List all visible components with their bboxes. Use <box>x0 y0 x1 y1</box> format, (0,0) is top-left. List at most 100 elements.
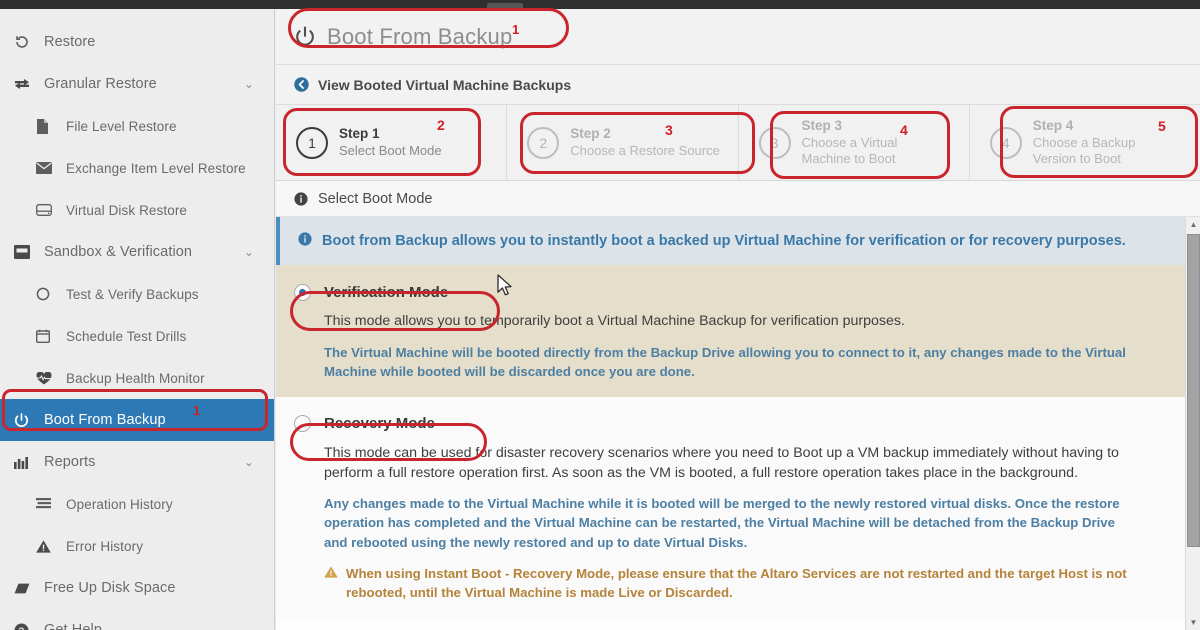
sidebar-item-error-history[interactable]: Error History <box>0 525 274 567</box>
sidebar-item-label: Operation History <box>66 496 173 512</box>
step-title: Step 2 <box>570 126 611 142</box>
step-4[interactable]: 4 Step 4 Choose a Backup Version to Boot <box>969 105 1200 180</box>
step-number: 4 <box>989 126 1022 159</box>
sidebar-item-label: Exchange Item Level Restore <box>66 160 246 176</box>
sidebar-item-exchange-item-level-restore[interactable]: Exchange Item Level Restore <box>0 147 274 189</box>
verification-mode-label: Verification Mode <box>324 283 449 301</box>
annotation-number-4: 4 <box>900 122 908 138</box>
recovery-mode-description: This mode can be used for disaster recov… <box>324 444 1119 482</box>
step-subtitle: Select Boot Mode <box>339 142 442 158</box>
envelope-icon <box>36 162 58 174</box>
step-subtitle: Choose a Backup Version to Boot <box>1032 134 1136 166</box>
info-icon <box>298 232 312 251</box>
warning-icon <box>36 539 58 553</box>
step-number: 1 <box>296 126 328 159</box>
annotation-number-3: 3 <box>665 122 673 138</box>
sidebar-item-schedule-test-drills[interactable]: Schedule Test Drills <box>0 315 274 357</box>
step-number: 2 <box>527 126 560 159</box>
page-header: Boot From Backup <box>276 9 1200 65</box>
annotation-number-1-title: 1 <box>512 22 520 37</box>
scrollbar-thumb[interactable] <box>1187 234 1200 547</box>
power-icon <box>14 412 36 428</box>
sidebar-item-label: Virtual Disk Restore <box>66 202 188 218</box>
restore-icon <box>14 34 36 50</box>
recovery-mode-radio[interactable] <box>294 415 311 433</box>
heartbeat-icon <box>36 371 58 385</box>
recovery-mode-note: Any changes made to the Virtual Machine … <box>324 496 1120 550</box>
chevron-down-icon: ⌄ <box>243 245 254 259</box>
step-3[interactable]: 3 Step 3 Choose a Virtual Machine to Boo… <box>738 105 970 180</box>
sidebar-item-get-help[interactable]: ? Get Help <box>0 609 274 630</box>
vertical-scrollbar[interactable]: ▲ ▼ <box>1185 217 1200 630</box>
step-subtitle: Choose a Virtual Machine to Boot <box>801 134 898 166</box>
info-icon <box>294 191 308 206</box>
sidebar-item-label: Boot From Backup <box>44 412 166 428</box>
sidebar-nav: Restore Granular Restore ⌄ File Level Re… <box>0 9 275 630</box>
step-1[interactable]: 1 Step 1 Select Boot Mode <box>276 105 508 180</box>
sandbox-icon <box>14 245 36 259</box>
verification-mode-block[interactable]: Verification Mode This mode allows you t… <box>276 265 1200 397</box>
sidebar-item-granular-restore[interactable]: Granular Restore ⌄ <box>0 63 274 105</box>
section-header: Select Boot Mode <box>276 181 1200 217</box>
sidebar-item-label: File Level Restore <box>66 118 177 134</box>
sidebar-item-label: Free Up Disk Space <box>44 580 176 596</box>
step-number: 3 <box>758 126 791 159</box>
granular-icon <box>14 77 36 91</box>
sidebar-item-backup-health-monitor[interactable]: Backup Health Monitor <box>0 357 274 399</box>
step-title: Step 3 <box>801 118 843 134</box>
info-banner: Boot from Backup allows you to instantly… <box>276 217 1200 266</box>
power-icon <box>294 26 316 48</box>
main-content: Boot From Backup View Booted Virtual Mac… <box>276 9 1200 630</box>
scroll-down-arrow-icon[interactable]: ▼ <box>1186 615 1200 630</box>
verification-mode-description: This mode allows you to temporarily boot… <box>324 313 905 330</box>
svg-text:?: ? <box>19 626 25 630</box>
step-subtitle: Choose a Restore Source <box>570 142 720 158</box>
view-booted-vms-link[interactable]: View Booted Virtual Machine Backups <box>276 65 1200 105</box>
chevron-down-icon: ⌄ <box>243 77 254 91</box>
window-title-bar <box>0 0 1200 10</box>
sidebar-item-label: Schedule Test Drills <box>66 328 187 344</box>
altaro-backup-window: Restore Granular Restore ⌄ File Level Re… <box>0 0 1200 630</box>
sidebar-item-operation-history[interactable]: Operation History <box>0 483 274 525</box>
boot-mode-panel: Boot from Backup allows you to instantly… <box>276 217 1200 630</box>
sidebar-item-test-verify-backups[interactable]: Test & Verify Backups <box>0 273 274 315</box>
bar-chart-icon <box>14 456 36 469</box>
sidebar-item-free-up-disk-space[interactable]: Free Up Disk Space <box>0 567 274 609</box>
verification-mode-radio[interactable] <box>294 283 311 301</box>
scroll-up-arrow-icon[interactable]: ▲ <box>1186 217 1200 232</box>
sidebar-item-sandbox-verification[interactable]: Sandbox & Verification ⌄ <box>0 231 274 273</box>
sidebar-item-boot-from-backup[interactable]: Boot From Backup <box>0 399 274 441</box>
recovery-mode-label: Recovery Mode <box>324 415 435 433</box>
sidebar-item-label: Error History <box>66 538 144 554</box>
step-wizard: 1 Step 1 Select Boot Mode 2 Step 2 Choos… <box>276 105 1200 181</box>
sidebar-item-label: Sandbox & Verification <box>44 244 193 260</box>
question-icon: ? <box>14 623 36 630</box>
sidebar-item-virtual-disk-restore[interactable]: Virtual Disk Restore <box>0 189 274 231</box>
step-title: Step 1 <box>339 126 380 142</box>
sidebar-item-label: Test & Verify Backups <box>66 286 199 302</box>
sidebar-item-restore[interactable]: Restore <box>0 21 274 63</box>
annotation-number-5: 5 <box>1158 118 1166 134</box>
list-icon <box>36 498 58 510</box>
file-icon <box>36 118 58 134</box>
disk-icon <box>36 204 58 216</box>
radio-dot <box>299 288 306 296</box>
step-2[interactable]: 2 Step 2 Choose a Restore Source <box>507 105 739 180</box>
sidebar-item-label: Granular Restore <box>44 76 157 92</box>
sidebar-item-file-level-restore[interactable]: File Level Restore <box>0 105 274 147</box>
eraser-icon <box>14 583 36 594</box>
sidebar-item-label: Reports <box>44 454 96 470</box>
chevron-down-icon: ⌄ <box>243 455 254 469</box>
info-banner-text: Boot from Backup allows you to instantly… <box>322 233 1126 249</box>
sidebar-item-label: Backup Health Monitor <box>66 370 205 386</box>
sidebar-item-label: Restore <box>44 34 96 50</box>
back-circle-icon <box>294 77 309 92</box>
section-title: Select Boot Mode <box>318 190 433 207</box>
page-title: Boot From Backup <box>327 23 513 49</box>
calendar-icon <box>36 329 58 343</box>
annotation-number-2: 2 <box>437 117 445 133</box>
recovery-mode-warning: When using Instant Boot - Recovery Mode,… <box>324 564 1140 602</box>
circle-icon <box>36 287 58 301</box>
sidebar-item-reports[interactable]: Reports ⌄ <box>0 441 274 483</box>
recovery-mode-block[interactable]: Recovery Mode This mode can be used for … <box>276 396 1200 618</box>
